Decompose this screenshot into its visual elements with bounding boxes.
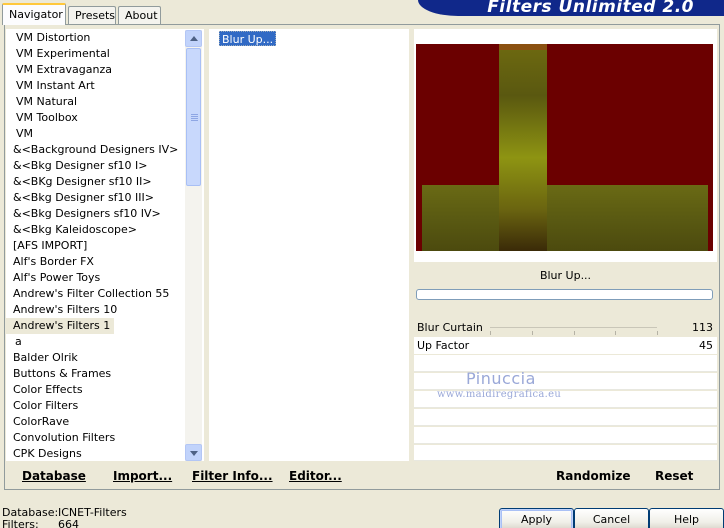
param-empty-row	[414, 409, 717, 426]
filter-list[interactable]: Blur Up...	[209, 29, 409, 461]
randomize-button[interactable]: Randomize	[556, 469, 630, 483]
status-filters: Filters: 664	[2, 518, 79, 528]
watermark-url: www.maidiregrafica.eu	[437, 389, 562, 400]
reset-button[interactable]: Reset	[655, 469, 693, 483]
scroll-down-button[interactable]	[185, 444, 202, 461]
progress-bar	[416, 289, 713, 300]
category-item[interactable]: Convolution Filters	[6, 430, 115, 446]
param-empty-row	[414, 427, 717, 444]
category-item[interactable]: &<Bkg Designer sf10 I>	[6, 158, 148, 174]
tab-presets-label: Presets	[75, 9, 116, 22]
tab-about-label: About	[125, 9, 158, 22]
param-empty-row	[414, 373, 717, 390]
category-item[interactable]: VM	[6, 126, 33, 142]
scroll-thumb[interactable]	[186, 48, 201, 186]
cancel-button-label: Cancel	[592, 513, 631, 526]
editor-button-label: Editor...	[289, 469, 342, 483]
param-empty-row	[414, 445, 717, 461]
category-item[interactable]: a	[6, 334, 22, 350]
category-item[interactable]: Balder Olrik	[6, 350, 78, 366]
database-button-label: Database	[22, 469, 86, 483]
category-item[interactable]: VM Toolbox	[6, 110, 78, 126]
apply-button[interactable]: Apply	[499, 508, 574, 528]
param-up-factor[interactable]: Up Factor 45	[414, 337, 717, 354]
app-banner: Filters Unlimited 2.0	[418, 0, 724, 16]
status-filters-value: 664	[58, 518, 79, 528]
category-item[interactable]: Andrew's Filters 1	[6, 318, 115, 334]
category-item[interactable]: Andrew's Filter Collection 55	[6, 286, 169, 302]
category-item[interactable]: Andrew's Filters 10	[6, 302, 117, 318]
param-blur-curtain-slider[interactable]	[490, 327, 658, 335]
cancel-button[interactable]: Cancel	[574, 508, 649, 528]
param-blur-curtain-value: 113	[692, 321, 713, 334]
category-item[interactable]: CPK Designs	[6, 446, 82, 461]
database-button[interactable]: Database	[22, 469, 86, 483]
category-item[interactable]: Color Effects	[6, 382, 83, 398]
param-up-factor-value: 45	[699, 339, 713, 352]
chevron-up-icon	[190, 36, 198, 41]
category-item[interactable]: &<Background Designers IV>	[6, 142, 178, 158]
category-item[interactable]: Color Filters	[6, 398, 78, 414]
chevron-down-icon	[190, 451, 198, 456]
param-blur-curtain[interactable]: Blur Curtain 113	[414, 319, 717, 336]
category-item[interactable]: &<BKg Designer sf10 II>	[6, 174, 152, 190]
help-button-label: Help	[673, 513, 700, 526]
category-item[interactable]: VM Extravaganza	[6, 62, 112, 78]
category-list[interactable]: VM Distortion VM Experimental VM Extravaga…	[6, 29, 204, 461]
category-item[interactable]: VM Natural	[6, 94, 77, 110]
category-item[interactable]: &<Bkg Designers sf10 IV>	[6, 206, 161, 222]
help-button[interactable]: Help	[649, 508, 724, 528]
filter-info-button[interactable]: Filter Info...	[192, 469, 273, 483]
preview-image	[416, 44, 713, 251]
category-item[interactable]: [AFS IMPORT]	[6, 238, 87, 254]
param-blur-curtain-label: Blur Curtain	[417, 321, 483, 334]
tab-about[interactable]: About	[118, 6, 161, 24]
filter-item-blur-up[interactable]: Blur Up...	[219, 31, 277, 46]
reset-button-label: Reset	[655, 469, 694, 483]
filter-info-button-label: Filter Info...	[192, 469, 273, 483]
status-filters-label: Filters:	[2, 518, 39, 528]
category-item[interactable]: VM Experimental	[6, 46, 110, 62]
category-item[interactable]: Alf's Border FX	[6, 254, 94, 270]
tab-navigator[interactable]: Navigator	[2, 3, 66, 25]
tab-presets[interactable]: Presets	[68, 6, 116, 24]
scroll-up-button[interactable]	[185, 30, 202, 47]
category-item[interactable]: VM Distortion	[6, 30, 90, 46]
category-item[interactable]: &<Bkg Designer sf10 III>	[6, 190, 154, 206]
param-up-factor-label: Up Factor	[417, 339, 470, 352]
import-button-label: Import...	[113, 469, 173, 483]
import-button[interactable]: Import...	[113, 469, 172, 483]
category-item[interactable]: Alf's Power Toys	[6, 270, 100, 286]
app-title: Filters Unlimited 2.0	[487, 0, 694, 16]
category-item[interactable]: &<Bkg Kaleidoscope>	[6, 222, 137, 238]
category-scrollbar[interactable]	[185, 30, 202, 461]
preview-graphic	[416, 44, 713, 251]
param-empty-row	[414, 355, 717, 372]
category-item[interactable]: ColorRave	[6, 414, 69, 430]
apply-button-label: Apply	[520, 513, 553, 526]
tab-navigator-label: Navigator	[9, 8, 63, 21]
category-item[interactable]: Buttons & Frames	[6, 366, 111, 382]
editor-button[interactable]: Editor...	[289, 469, 342, 483]
category-item[interactable]: VM Instant Art	[6, 78, 95, 94]
current-filter-name: Blur Up...	[539, 269, 592, 282]
watermark-name: Pinuccia	[466, 369, 536, 388]
randomize-button-label: Randomize	[556, 469, 631, 483]
